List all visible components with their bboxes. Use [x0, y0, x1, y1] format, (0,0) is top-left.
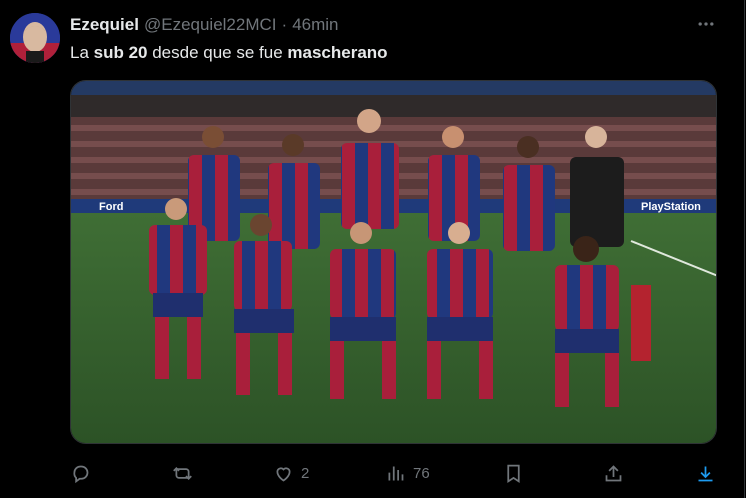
avatar[interactable]	[10, 13, 60, 63]
like-button[interactable]: 2	[273, 458, 309, 488]
reply-icon	[73, 465, 89, 483]
retweet-button[interactable]	[172, 458, 200, 488]
tweet-header: Ezequiel @Ezequiel22MCI · 46min	[70, 14, 339, 36]
tweet-actions: 2 76	[70, 458, 720, 488]
tweet-text-part: La	[70, 43, 94, 62]
tweet-photo[interactable]: Ford PlayStation	[70, 80, 717, 444]
views-count: 76	[413, 464, 430, 482]
timeline-divider	[744, 0, 745, 498]
like-icon	[276, 466, 291, 482]
tweet-text-part: desde que se fue	[147, 43, 288, 62]
tweet-text: La sub 20 desde que se fue mascherano	[70, 42, 388, 64]
ad-board-playstation: PlayStation	[641, 201, 701, 213]
ad-board-ford: Ford	[99, 201, 123, 213]
tweet-text-bold: sub 20	[93, 43, 148, 62]
download-button[interactable]	[695, 458, 716, 488]
bookmark-icon	[507, 464, 520, 483]
separator-dot: ·	[281, 15, 288, 34]
display-name[interactable]: Ezequiel	[70, 15, 139, 35]
reply-button[interactable]	[70, 458, 98, 488]
retweet-icon	[173, 466, 192, 480]
views-button[interactable]: 76	[385, 458, 430, 488]
views-icon	[388, 466, 404, 480]
tweet-text-bold: mascherano	[287, 43, 388, 62]
timestamp[interactable]: 46min	[292, 15, 338, 35]
share-icon	[605, 464, 622, 481]
like-count: 2	[301, 464, 310, 482]
more-icon[interactable]	[694, 12, 718, 36]
team-photo-drawing: Ford PlayStation	[71, 81, 716, 443]
download-icon	[698, 466, 713, 481]
user-handle[interactable]: @Ezequiel22MCI	[144, 15, 277, 35]
share-button[interactable]	[603, 458, 624, 488]
bookmark-button[interactable]	[503, 458, 524, 488]
